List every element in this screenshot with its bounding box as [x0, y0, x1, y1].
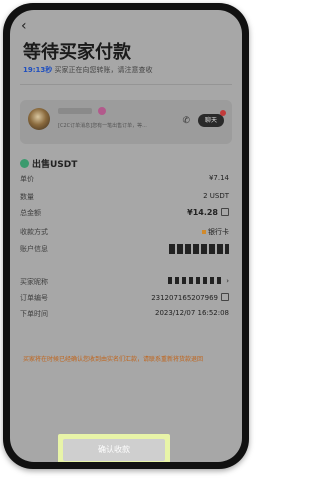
row-label: 订单编号	[20, 294, 48, 302]
avatar	[28, 108, 50, 130]
row-label: 总金额	[20, 209, 41, 217]
chat-button[interactable]: 聊天	[198, 114, 224, 127]
row-account-info: 账户信息	[20, 244, 229, 254]
notice-text: 买家将在时候已经确认您收到由实名们汇款，请联系重新将货款退回	[23, 356, 204, 363]
order-number: 231207165207969	[151, 294, 218, 302]
row-label: 数量	[20, 193, 34, 201]
account-info-masked	[169, 244, 229, 254]
payment-method: 银行卡	[208, 228, 229, 236]
row-label: 下单时间	[20, 310, 48, 318]
row-label: 账户信息	[20, 245, 48, 253]
row-value-wrap: ¥14.28	[187, 208, 229, 217]
copy-icon[interactable]	[221, 208, 229, 216]
row-total: 总金额 ¥14.28	[20, 208, 229, 218]
back-arrow-icon[interactable]: ‹	[21, 19, 27, 33]
row-value: 2 USDT	[203, 192, 229, 200]
confirm-highlight: 确认收款	[58, 434, 170, 462]
row-value-wrap: 银行卡	[202, 227, 229, 237]
row-quantity: 数量 2 USDT	[20, 192, 229, 202]
buyer-nickname-masked[interactable]: ›	[167, 277, 229, 285]
row-value: 2023/12/07 16:52:08	[154, 309, 229, 317]
page-title: 等待买家付款	[23, 42, 131, 63]
redacted-block	[167, 277, 224, 284]
phone-call-icon[interactable]: ✆	[182, 116, 190, 126]
row-order-time: 下单时间 2023/12/07 16:52:08	[20, 309, 229, 319]
merchant-card: [C2C订单消息]您有一笔出售订单，等... ✆ 聊天	[20, 100, 232, 144]
row-value-wrap: 231207165207969	[151, 293, 229, 302]
merchant-name-masked	[58, 108, 92, 114]
merchant-message: [C2C订单消息]您有一笔出售订单，等...	[58, 123, 147, 129]
status-line: 19:13秒 买家正在向您转账，请注意查收	[23, 65, 153, 75]
phone-frame: ‹ 等待买家付款 19:13秒 买家正在向您转账，请注意查收 [C2C订单消息]…	[3, 3, 249, 469]
row-order-number: 订单编号 231207165207969	[20, 293, 229, 303]
screen: ‹ 等待买家付款 19:13秒 买家正在向您转账，请注意查收 [C2C订单消息]…	[10, 10, 242, 462]
verified-badge-icon	[98, 107, 106, 115]
status-text: 买家正在向您转账，请注意查收	[54, 66, 153, 74]
bank-card-icon	[202, 230, 206, 234]
row-payment-method: 收款方式 银行卡	[20, 227, 229, 237]
total-amount: ¥14.28	[187, 208, 218, 217]
order-type: 出售USDT	[20, 157, 77, 170]
row-label: 买家昵称	[20, 278, 48, 286]
countdown-timer: 19:13秒	[23, 66, 53, 74]
row-value: ¥7.14	[208, 174, 229, 182]
copy-icon[interactable]	[221, 293, 229, 301]
usdt-icon	[20, 159, 29, 168]
row-label: 单价	[20, 175, 34, 183]
divider	[20, 84, 232, 85]
confirm-receipt-button[interactable]: 确认收款	[63, 439, 165, 461]
unread-dot	[220, 110, 226, 116]
row-unit-price: 单价 ¥7.14	[20, 174, 229, 184]
order-type-label: 出售USDT	[32, 160, 78, 170]
row-buyer-nickname: 买家昵称 ›	[20, 277, 229, 287]
redacted-block	[169, 244, 229, 254]
row-label: 收款方式	[20, 228, 48, 236]
